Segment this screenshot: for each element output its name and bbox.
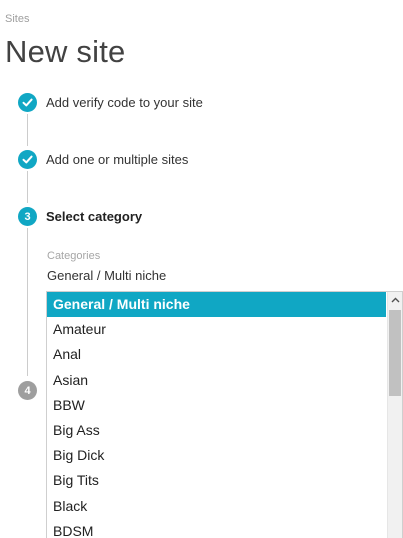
step-4-number: 4 <box>18 381 37 400</box>
scroll-up-chevron-up-icon[interactable] <box>388 292 402 308</box>
step-connector <box>27 114 28 146</box>
step-connector <box>27 228 28 376</box>
category-option-anal[interactable]: Anal <box>47 342 386 367</box>
category-option-big-dick[interactable]: Big Dick <box>47 443 386 468</box>
category-option-amateur[interactable]: Amateur <box>47 317 386 342</box>
step-connector <box>27 171 28 203</box>
listbox-scrollbar[interactable] <box>387 292 402 538</box>
step-2-label: Add one or multiple sites <box>46 152 189 167</box>
category-option-general-multi-niche[interactable]: General / Multi niche <box>47 292 386 318</box>
breadcrumb[interactable]: Sites <box>5 13 29 25</box>
category-option-big-tits[interactable]: Big Tits <box>47 468 386 493</box>
category-options: General / Multi niche Amateur Anal Asian… <box>47 292 386 538</box>
categories-field-label: Categories <box>47 250 101 262</box>
category-listbox[interactable]: General / Multi niche Amateur Anal Asian… <box>46 291 403 538</box>
step-3-number: 3 <box>18 207 37 226</box>
step-1-check-icon <box>18 93 37 112</box>
page-title: New site <box>5 34 126 69</box>
step-1-label: Add verify code to your site <box>46 95 203 110</box>
category-option-bdsm[interactable]: BDSM <box>47 519 386 538</box>
category-option-black[interactable]: Black <box>47 494 386 519</box>
step-2-check-icon <box>18 150 37 169</box>
category-option-bbw[interactable]: BBW <box>47 393 386 418</box>
category-option-asian[interactable]: Asian <box>47 368 386 393</box>
scrollbar-thumb[interactable] <box>389 310 401 396</box>
step-3-label: Select category <box>46 209 143 224</box>
category-option-big-ass[interactable]: Big Ass <box>47 418 386 443</box>
categories-field-value: General / Multi niche <box>47 268 167 283</box>
